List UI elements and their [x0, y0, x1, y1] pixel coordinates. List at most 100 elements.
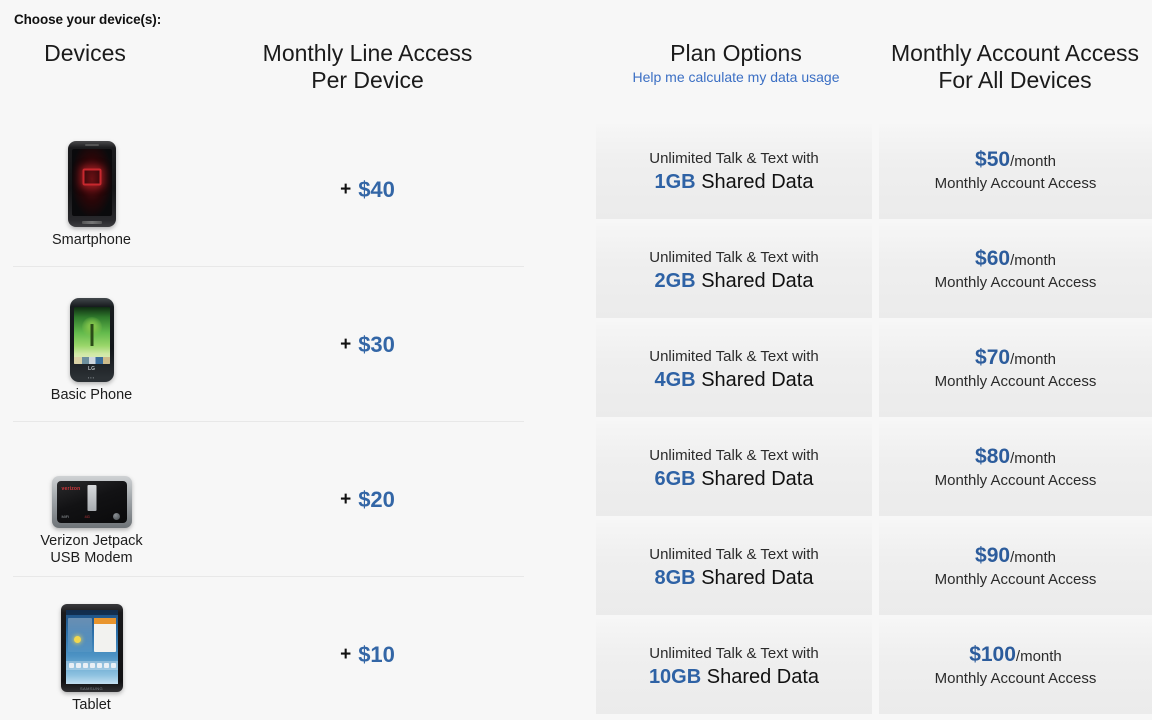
plan-account-cell[interactable]: $100/month Monthly Account Access — [879, 619, 1152, 714]
monthly-line-access-line2: Per Device — [311, 67, 424, 93]
plan-options-column-header: Plan Options Help me calculate my data u… — [596, 40, 876, 87]
plan-account-label: Monthly Account Access — [934, 670, 1097, 687]
plan-data-amount: 1GB — [654, 170, 696, 193]
plan-account-label: Monthly Account Access — [934, 472, 1097, 489]
plan-option-cell[interactable]: Unlimited Talk & Text with 8GB Shared Da… — [596, 520, 872, 615]
plan-row[interactable]: Unlimited Talk & Text with 4GB Shared Da… — [560, 322, 1152, 417]
plans-header: Plan Options Help me calculate my data u… — [560, 36, 1152, 110]
verizon-logo: verizon — [61, 486, 81, 492]
device-cell-tablet[interactable]: SAMSUNG Tablet — [13, 577, 170, 720]
plan-account-label: Monthly Account Access — [934, 571, 1097, 588]
plan-row[interactable]: Unlimited Talk & Text with 1GB Shared Da… — [560, 124, 1152, 219]
monthly-line-access-line1: Monthly Line Access — [262, 40, 473, 66]
plan-price-value: $70 — [975, 346, 1011, 369]
plan-price-line: $100/month — [969, 644, 1062, 668]
device-row[interactable]: LG ▪▪▪ Basic Phone + $30 — [13, 267, 524, 422]
plan-price-line: $80/month — [975, 446, 1056, 470]
plan-price-value: $50 — [975, 148, 1011, 171]
plan-account-cell[interactable]: $80/month Monthly Account Access — [879, 421, 1152, 516]
plan-option-cell[interactable]: Unlimited Talk & Text with 6GB Shared Da… — [596, 421, 872, 516]
plan-option-line1: Unlimited Talk & Text with — [649, 248, 819, 266]
jetpack-power-button — [112, 513, 120, 520]
plan-account-cell[interactable]: $90/month Monthly Account Access — [879, 520, 1152, 615]
plan-data-amount: 2GB — [654, 269, 696, 292]
plus-sign: + — [340, 178, 352, 200]
plan-data-suffix: Shared Data — [701, 170, 814, 193]
device-label-line1: Verizon Jetpack — [40, 533, 143, 549]
plan-option-line2: 6GB Shared Data — [655, 467, 814, 492]
smartphone-screen — [71, 148, 112, 216]
intro-text: Choose your device(s): — [14, 12, 162, 27]
plan-option-line2: 4GB Shared Data — [655, 368, 814, 393]
device-label-line1: Smartphone — [52, 231, 131, 248]
plan-row[interactable]: Unlimited Talk & Text with 10GB Shared D… — [560, 619, 1152, 714]
plan-option-line1: Unlimited Talk & Text with — [649, 545, 819, 563]
smartphone-buttons — [81, 220, 102, 224]
device-row[interactable]: Smartphone + $40 — [13, 112, 524, 267]
basic-phone-keys: ▪▪▪ — [87, 374, 96, 380]
plan-price-period: /month — [1010, 153, 1056, 170]
plus-sign: + — [340, 488, 352, 510]
device-cell-jetpack[interactable]: verizon MiFi 4G Verizon Jetpack USB Mode… — [13, 422, 170, 577]
jetpack-usb-modem-icon: verizon MiFi 4G — [51, 476, 132, 528]
plan-account-label: Monthly Account Access — [934, 175, 1097, 192]
tablet-screen — [65, 609, 118, 684]
plan-account-cell[interactable]: $60/month Monthly Account Access — [879, 223, 1152, 318]
monthly-line-access-column-header: Monthly Line Access Per Device — [195, 40, 540, 94]
plan-option-line1: Unlimited Talk & Text with — [649, 347, 819, 365]
basic-phone-screen — [73, 306, 110, 364]
plan-option-line2: 2GB Shared Data — [655, 269, 814, 294]
plan-price-line: $60/month — [975, 248, 1056, 272]
plan-row[interactable]: Unlimited Talk & Text with 8GB Shared Da… — [560, 520, 1152, 615]
tablet-sun-icon — [73, 635, 81, 643]
plan-price-line: $50/month — [975, 149, 1056, 173]
plan-row[interactable]: Unlimited Talk & Text with 2GB Shared Da… — [560, 223, 1152, 318]
plan-price-period: /month — [1010, 450, 1056, 467]
plan-price-period: /month — [1010, 252, 1056, 269]
device-price-basic-phone: + $30 — [195, 267, 540, 422]
plan-option-cell[interactable]: Unlimited Talk & Text with 10GB Shared D… — [596, 619, 872, 714]
plan-price-value: $60 — [975, 247, 1011, 270]
device-label-line2: USB Modem — [50, 550, 133, 566]
wallpaper-tree-trunk — [90, 323, 93, 346]
plan-price-period: /month — [1010, 351, 1056, 368]
device-price-smartphone: + $40 — [195, 112, 540, 267]
device-label-line1: Tablet — [72, 696, 111, 713]
tablet-app-dock — [65, 660, 118, 670]
plan-data-suffix: Shared Data — [701, 566, 814, 589]
plus-sign: + — [340, 643, 352, 665]
plan-option-cell[interactable]: Unlimited Talk & Text with 4GB Shared Da… — [596, 322, 872, 417]
device-cell-basic-phone[interactable]: LG ▪▪▪ Basic Phone — [13, 267, 170, 422]
plan-option-cell[interactable]: Unlimited Talk & Text with 1GB Shared Da… — [596, 124, 872, 219]
help-calculate-data-usage-link[interactable]: Help me calculate my data usage — [633, 69, 840, 85]
basic-phone-softkey-bar — [73, 356, 110, 364]
device-price-value: $20 — [358, 486, 395, 512]
device-row[interactable]: verizon MiFi 4G Verizon Jetpack USB Mode… — [13, 422, 524, 577]
smartphone-art — [67, 131, 116, 227]
jetpack-art: verizon MiFi 4G — [51, 432, 132, 528]
monthly-account-access-line2: For All Devices — [938, 67, 1092, 93]
plan-account-cell[interactable]: $50/month Monthly Account Access — [879, 124, 1152, 219]
plan-price-value: $90 — [975, 544, 1011, 567]
devices-column-header: Devices — [44, 40, 126, 66]
plan-account-label: Monthly Account Access — [934, 373, 1097, 390]
device-cell-smartphone[interactable]: Smartphone — [13, 112, 170, 267]
plan-data-suffix: Shared Data — [701, 269, 814, 292]
basic-phone-art: LG ▪▪▪ — [69, 286, 114, 382]
device-label: Tablet — [72, 697, 111, 714]
jetpack-face: verizon MiFi 4G — [56, 481, 127, 523]
device-label: Smartphone — [52, 232, 131, 249]
plan-option-cell[interactable]: Unlimited Talk & Text with 2GB Shared Da… — [596, 223, 872, 318]
plan-data-suffix: Shared Data — [701, 368, 814, 391]
basic-phone-icon: LG ▪▪▪ — [69, 297, 114, 382]
tablet-art: SAMSUNG — [60, 596, 123, 692]
plan-row[interactable]: Unlimited Talk & Text with 6GB Shared Da… — [560, 421, 1152, 516]
plan-data-suffix: Shared Data — [701, 467, 814, 490]
plan-price-period: /month — [1015, 648, 1062, 665]
device-rows: Smartphone + $40 LG ▪▪▪ Basic Phone + $3… — [0, 112, 560, 720]
tablet-weather-widget — [67, 617, 92, 652]
plan-account-cell[interactable]: $70/month Monthly Account Access — [879, 322, 1152, 417]
plan-option-line2: 8GB Shared Data — [655, 566, 814, 591]
device-label: Basic Phone — [51, 387, 132, 404]
device-row[interactable]: SAMSUNG Tablet + $10 — [13, 577, 524, 720]
